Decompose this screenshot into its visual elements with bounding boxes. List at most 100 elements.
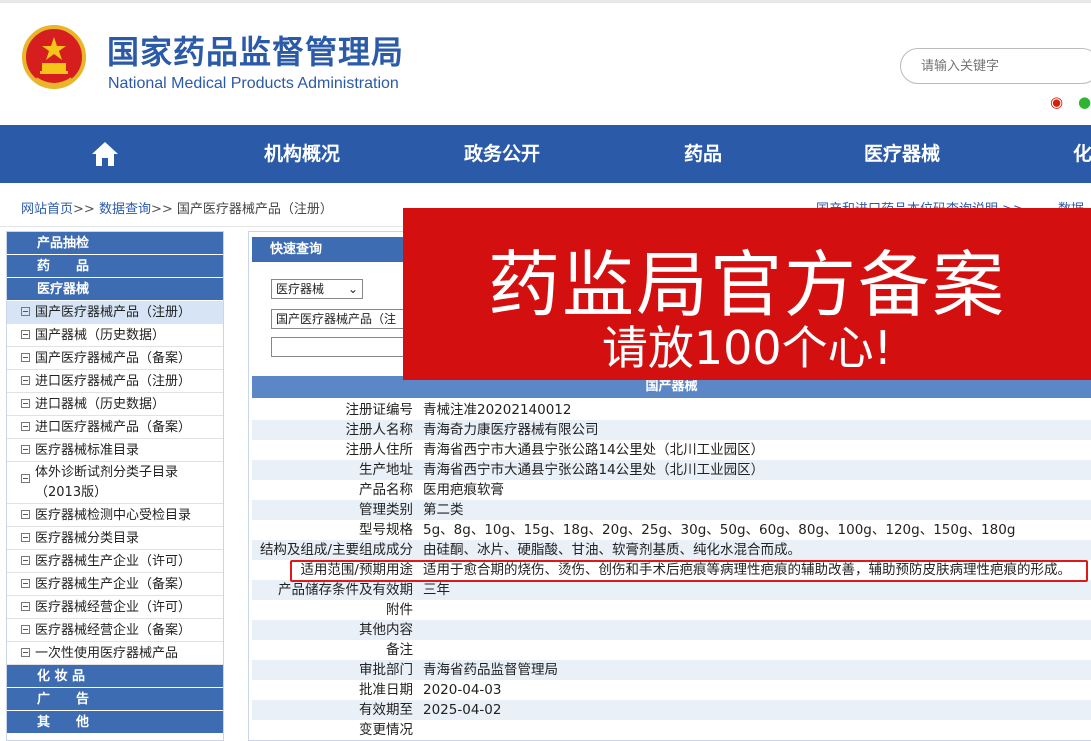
field-label: 结构及组成/主要组成成分 [259, 542, 413, 558]
table-row: 附件 [252, 600, 1091, 620]
table-row: 审批部门 青海省药品监督管理局 [252, 660, 1091, 680]
field-label: 附件 [386, 602, 413, 618]
table-row: 产品储存条件及有效期 三年 [252, 580, 1091, 600]
expand-icon [21, 625, 30, 634]
table-row: 有效期至 2025-04-02 [252, 700, 1091, 720]
sidebar-item-label: 国产器械（历史数据） [35, 328, 166, 343]
sidebar-item[interactable]: 国产医疗器械产品（注册） [7, 301, 223, 324]
field-label: 审批部门 [359, 662, 413, 678]
national-emblem-icon [22, 25, 86, 89]
sidebar-cat-ads[interactable]: 广 告 [7, 688, 223, 711]
field-value: 由硅酮、冰片、硬脂酸、甘油、软膏剂基质、纯化水混合而成。 [423, 542, 801, 558]
sidebar-item-label: 国产医疗器械产品（注册） [35, 305, 192, 320]
table-row: 注册人住所 青海省西宁市大通县宁张公路14公里处（北川工业园区） [252, 440, 1091, 460]
category-select[interactable]: 医疗器械 ⌄ [271, 279, 363, 299]
table-row: 注册证编号 青械注准20202140012 [252, 400, 1091, 420]
site-title-en: National Medical Products Administration [108, 75, 399, 92]
banner-sub-text: 请放100个心! [601, 321, 893, 375]
sidebar-item-label: 一次性使用医疗器械产品 [35, 646, 179, 661]
highlight-box [290, 560, 1088, 582]
sidebar-item[interactable]: 医疗器械生产企业（许可） [7, 550, 223, 573]
database-select-value: 国产医疗器械产品（注 [276, 312, 397, 326]
expand-icon [21, 330, 30, 339]
field-label: 备注 [386, 642, 413, 658]
field-value: 青械注准20202140012 [423, 402, 572, 418]
field-value: 青海奇力康医疗器械有限公司 [423, 422, 599, 438]
breadcrumb-sep: >> [150, 202, 173, 217]
category-select-value: 医疗器械 [276, 282, 325, 296]
sidebar-item[interactable]: 医疗器械分类目录 [7, 527, 223, 550]
sidebar-cat-drugs[interactable]: 药 品 [7, 255, 223, 278]
nav-item-about[interactable]: 机构概况 [264, 125, 340, 183]
main-nav: 机构概况 政务公开 药品 医疗器械 化 [0, 125, 1091, 183]
field-label: 变更情况 [359, 722, 413, 738]
field-value: 第二类 [423, 502, 464, 518]
field-value: 青海省药品监督管理局 [423, 662, 558, 678]
breadcrumb-data-query[interactable]: 数据查询 [99, 202, 151, 217]
field-label: 有效期至 [359, 702, 413, 718]
field-value: 2020-04-03 [423, 682, 502, 698]
table-row: 管理类别 第二类 [252, 500, 1091, 520]
field-label: 注册证编号 [345, 402, 414, 418]
field-label: 注册人名称 [345, 422, 414, 438]
table-row: 注册人名称 青海奇力康医疗器械有限公司 [252, 420, 1091, 440]
sidebar-cat-other[interactable]: 其 他 [7, 711, 223, 734]
nav-item-cosmetics[interactable]: 化 [1073, 125, 1091, 183]
home-icon[interactable] [92, 142, 118, 166]
wechat-icon[interactable]: ● [1078, 93, 1091, 111]
field-label: 批准日期 [359, 682, 413, 698]
nav-item-drugs[interactable]: 药品 [684, 125, 722, 183]
sidebar-item[interactable]: 一次性使用医疗器械产品 [7, 642, 223, 665]
expand-icon [21, 445, 30, 454]
breadcrumb-sep: >> [73, 202, 95, 217]
sidebar-item-label: 进口医疗器械产品（备案） [35, 420, 192, 435]
sidebar-item[interactable]: 进口器械（历史数据） [7, 393, 223, 416]
sidebar-item[interactable]: 医疗器械经营企业（备案） [7, 619, 223, 642]
sidebar-cat-cosmetics[interactable]: 化 妆 品 [7, 665, 223, 688]
sidebar-cat-sampling[interactable]: 产品抽检 [7, 232, 223, 255]
field-label: 管理类别 [359, 502, 413, 518]
expand-icon [21, 353, 30, 362]
expand-icon [21, 648, 30, 657]
sidebar-item[interactable]: 进口医疗器械产品（注册） [7, 370, 223, 393]
expand-icon [21, 422, 30, 431]
expand-icon [21, 579, 30, 588]
sidebar-item[interactable]: 国产医疗器械产品（备案） [7, 347, 223, 370]
field-label: 其他内容 [359, 622, 413, 638]
sidebar-item[interactable]: 体外诊断试剂分类子目录（2013版） [7, 462, 223, 504]
table-row: 批准日期 2020-04-03 [252, 680, 1091, 700]
expand-icon [21, 602, 30, 611]
field-value: 青海省西宁市大通县宁张公路14公里处（北川工业园区） [423, 442, 765, 458]
sidebar-item-label: 进口医疗器械产品（注册） [35, 374, 192, 389]
sidebar-item-label: 医疗器械生产企业（许可） [35, 554, 192, 569]
expand-icon [21, 474, 30, 483]
table-row: 产品名称 医用疤痕软膏 [252, 480, 1091, 500]
field-label: 注册人住所 [345, 442, 414, 458]
database-select[interactable]: 国产医疗器械产品（注 [271, 309, 411, 329]
expand-icon [21, 376, 30, 385]
sidebar-item-label: 医疗器械生产企业（备案） [35, 577, 192, 592]
search-input[interactable] [900, 48, 1091, 84]
nav-item-government[interactable]: 政务公开 [464, 125, 540, 183]
nav-item-devices[interactable]: 医疗器械 [864, 125, 940, 183]
field-label: 产品储存条件及有效期 [278, 582, 413, 598]
field-value: 青海省西宁市大通县宁张公路14公里处（北川工业园区） [423, 462, 765, 478]
sidebar-item[interactable]: 进口医疗器械产品（备案） [7, 416, 223, 439]
sidebar-item-label: 体外诊断试剂分类子目录（2013版） [35, 465, 179, 500]
sidebar-item[interactable]: 医疗器械生产企业（备案） [7, 573, 223, 596]
keyword-input[interactable] [271, 337, 411, 357]
sidebar-item[interactable]: 医疗器械检测中心受检目录 [7, 504, 223, 527]
sidebar-item-label: 医疗器械经营企业（备案） [35, 623, 192, 638]
breadcrumb-home[interactable]: 网站首页 [21, 202, 73, 217]
sidebar-item[interactable]: 国产器械（历史数据） [7, 324, 223, 347]
weibo-icon[interactable]: ◉ [1050, 93, 1063, 111]
site-title-cn: 国家药品监督管理局 [107, 33, 405, 71]
field-value: 三年 [423, 582, 450, 598]
sidebar-cat-devices[interactable]: 医疗器械 [7, 278, 223, 301]
site-header: 国家药品监督管理局 National Medical Products Admi… [0, 0, 1091, 125]
sidebar-item[interactable]: 医疗器械标准目录 [7, 439, 223, 462]
sidebar-item[interactable]: 医疗器械经营企业（许可） [7, 596, 223, 619]
expand-icon [21, 556, 30, 565]
promo-banner: 药监局官方备案 请放100个心! [403, 208, 1091, 380]
expand-icon [21, 307, 30, 316]
